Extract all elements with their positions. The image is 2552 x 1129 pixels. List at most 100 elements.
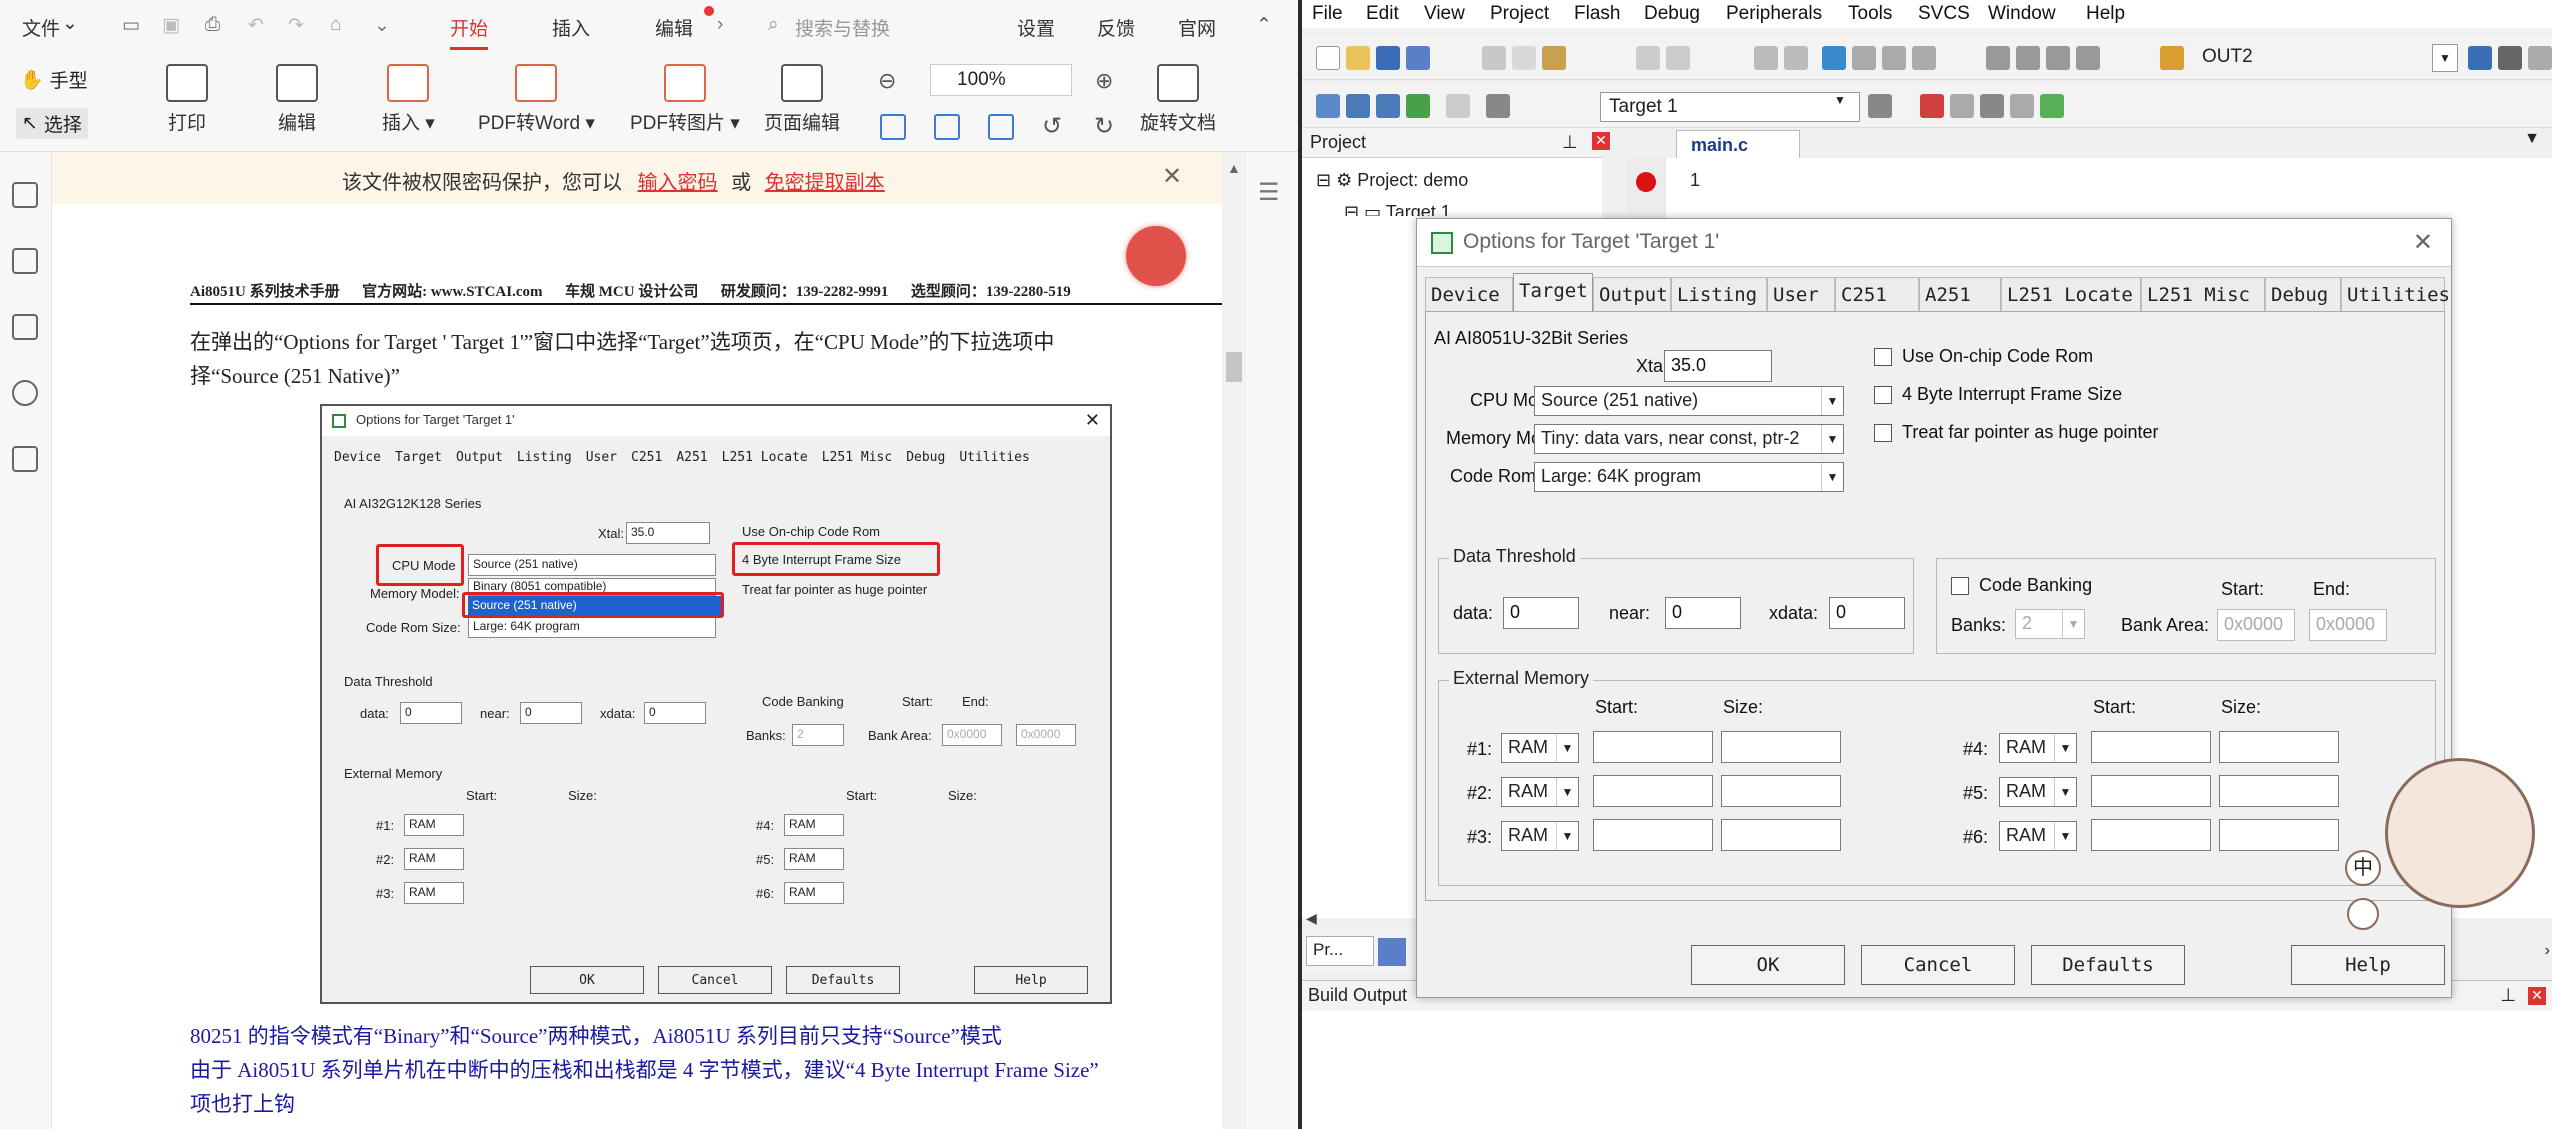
enter-password-link[interactable]: 输入密码: [638, 172, 718, 194]
code-rom-select[interactable]: Large: 64K program ▼: [1534, 462, 1844, 492]
edit-button[interactable]: 编辑: [276, 64, 318, 135]
pack-icon[interactable]: [2010, 94, 2034, 118]
more-icon[interactable]: ⌄: [374, 14, 390, 37]
outdent-icon[interactable]: [2016, 46, 2040, 70]
close-icon[interactable]: ✕: [1592, 132, 1610, 150]
bookmark-prev-icon[interactable]: [1852, 46, 1876, 70]
menu-edit[interactable]: Edit: [1366, 3, 1399, 25]
search-input[interactable]: 搜索与替换: [795, 14, 890, 41]
menu-view[interactable]: View: [1424, 3, 1465, 25]
vertical-scrollbar[interactable]: ▲: [1222, 152, 1246, 1129]
tab-edit[interactable]: 编辑: [655, 14, 693, 41]
rotate-button[interactable]: 旋转文档: [1140, 64, 1216, 135]
save-icon[interactable]: ▣: [162, 14, 180, 37]
pin-icon[interactable]: ⊥: [2500, 985, 2516, 1006]
bookmark-icon[interactable]: [12, 182, 38, 208]
books-tab-icon[interactable]: [1378, 938, 1406, 966]
load-icon[interactable]: [1486, 94, 1510, 118]
tab-listing[interactable]: Listing: [1671, 277, 1767, 311]
fit-width-icon[interactable]: [988, 114, 1014, 140]
forward-icon[interactable]: [1784, 46, 1808, 70]
rebuild-icon[interactable]: [1376, 94, 1400, 118]
manage-components-icon[interactable]: [1920, 94, 1944, 118]
incremental-find-icon[interactable]: [2468, 46, 2492, 70]
defaults-button[interactable]: Defaults: [2031, 945, 2185, 985]
chevron-down-icon[interactable]: ▼: [2524, 130, 2540, 148]
thumbnail-icon[interactable]: [12, 248, 38, 274]
bookmark-clear-icon[interactable]: [1912, 46, 1936, 70]
tab-l251-misc[interactable]: L251 Misc: [2141, 277, 2265, 311]
tab-start[interactable]: 开始: [450, 14, 489, 50]
folder-icon[interactable]: ▭: [122, 14, 140, 37]
data-input[interactable]: 0: [1503, 597, 1579, 629]
tree-target[interactable]: ⊟ ▭ Target 1: [1344, 202, 1451, 216]
ext-row-4-start[interactable]: [2091, 731, 2211, 763]
scroll-right-icon[interactable]: ›: [2545, 942, 2550, 960]
hand-tool[interactable]: ✋ 手型: [20, 66, 88, 93]
redo-icon[interactable]: ↷: [288, 14, 304, 37]
uncomment-icon[interactable]: [2076, 46, 2100, 70]
4byte-interrupt-checkbox[interactable]: [1874, 386, 1892, 404]
ext-row-5-size[interactable]: [2219, 775, 2339, 807]
debug-settings-icon[interactable]: [2498, 46, 2522, 70]
save-all-icon[interactable]: [1406, 46, 1430, 70]
ok-button[interactable]: OK: [1691, 945, 1845, 985]
ext-row-6-type[interactable]: RAM ▼: [1999, 821, 2077, 851]
ai-assistant-icon[interactable]: [1126, 226, 1186, 286]
xdata-input[interactable]: 0: [1829, 597, 1905, 629]
ext-row-3-start[interactable]: [1593, 819, 1713, 851]
zoom-in-icon[interactable]: ⊕: [1095, 68, 1113, 94]
tab-l251-locate[interactable]: L251 Locate: [2001, 277, 2141, 311]
comment-icon[interactable]: [12, 314, 38, 340]
ext-row-6-size[interactable]: [2219, 819, 2339, 851]
pin-icon[interactable]: ⊥: [1562, 132, 1578, 153]
redo-icon[interactable]: [1666, 46, 1690, 70]
ext-row-2-size[interactable]: [1721, 775, 1841, 807]
scroll-up-icon[interactable]: ▲: [1227, 160, 1241, 176]
menu-window[interactable]: Window: [1988, 3, 2056, 25]
home-icon[interactable]: ⌂: [330, 14, 341, 36]
settings-sliders-icon[interactable]: ☰: [1258, 178, 1280, 207]
menu-file[interactable]: 文件: [22, 14, 60, 41]
indent-icon[interactable]: [1986, 46, 2010, 70]
menu-file[interactable]: File: [1312, 3, 1343, 25]
tab-insert[interactable]: 插入: [552, 14, 590, 41]
far-pointer-checkbox[interactable]: [1874, 424, 1892, 442]
more-icon[interactable]: [2528, 46, 2552, 70]
bank-end-input[interactable]: 0x0000: [2309, 609, 2387, 641]
menu-settings[interactable]: 设置: [1017, 14, 1055, 41]
ext-row-2-start[interactable]: [1593, 775, 1713, 807]
menu-help[interactable]: Help: [2086, 3, 2125, 25]
rotate-left-icon[interactable]: ↺: [1042, 112, 1062, 141]
translate-icon[interactable]: [1316, 94, 1340, 118]
zoom-input[interactable]: 100%: [930, 64, 1072, 96]
tab-a251[interactable]: A251: [1919, 277, 2001, 311]
close-icon[interactable]: ✕: [2528, 987, 2546, 1005]
tab-user[interactable]: User: [1767, 277, 1835, 311]
use-onchip-rom-checkbox[interactable]: [1874, 348, 1892, 366]
collapse-icon[interactable]: ⌃: [1256, 14, 1272, 37]
attachment-icon[interactable]: [12, 446, 38, 472]
close-icon[interactable]: ✕: [1162, 162, 1182, 191]
tree-root[interactable]: ⊟ ⚙ Project: demo: [1316, 170, 1468, 191]
download-icon[interactable]: [1406, 94, 1430, 118]
ext-row-4-size[interactable]: [2219, 731, 2339, 763]
menu-project[interactable]: Project: [1490, 3, 1549, 25]
ext-row-3-type[interactable]: RAM ▼: [1501, 821, 1579, 851]
tab-utilities[interactable]: Utilities: [2341, 277, 2450, 311]
scroll-thumb[interactable]: [1226, 352, 1242, 382]
tab-output[interactable]: Output: [1593, 277, 1671, 311]
build-icon[interactable]: [1346, 94, 1370, 118]
search-icon[interactable]: [12, 380, 38, 406]
find-icon[interactable]: [2160, 46, 2184, 70]
extract-copy-link[interactable]: 免密提取副本: [765, 172, 885, 194]
ext-row-5-start[interactable]: [2091, 775, 2211, 807]
ext-row-2-type[interactable]: RAM ▼: [1501, 777, 1579, 807]
menu-peripherals[interactable]: Peripherals: [1726, 3, 1822, 25]
menu-tools[interactable]: Tools: [1848, 3, 1892, 25]
menu-feedback[interactable]: 反馈: [1097, 14, 1135, 41]
pack-installer-icon[interactable]: [2040, 94, 2064, 118]
file-extensions-icon[interactable]: [1950, 94, 1974, 118]
bookmark-icon[interactable]: [1822, 46, 1846, 70]
cancel-button[interactable]: Cancel: [1861, 945, 2015, 985]
